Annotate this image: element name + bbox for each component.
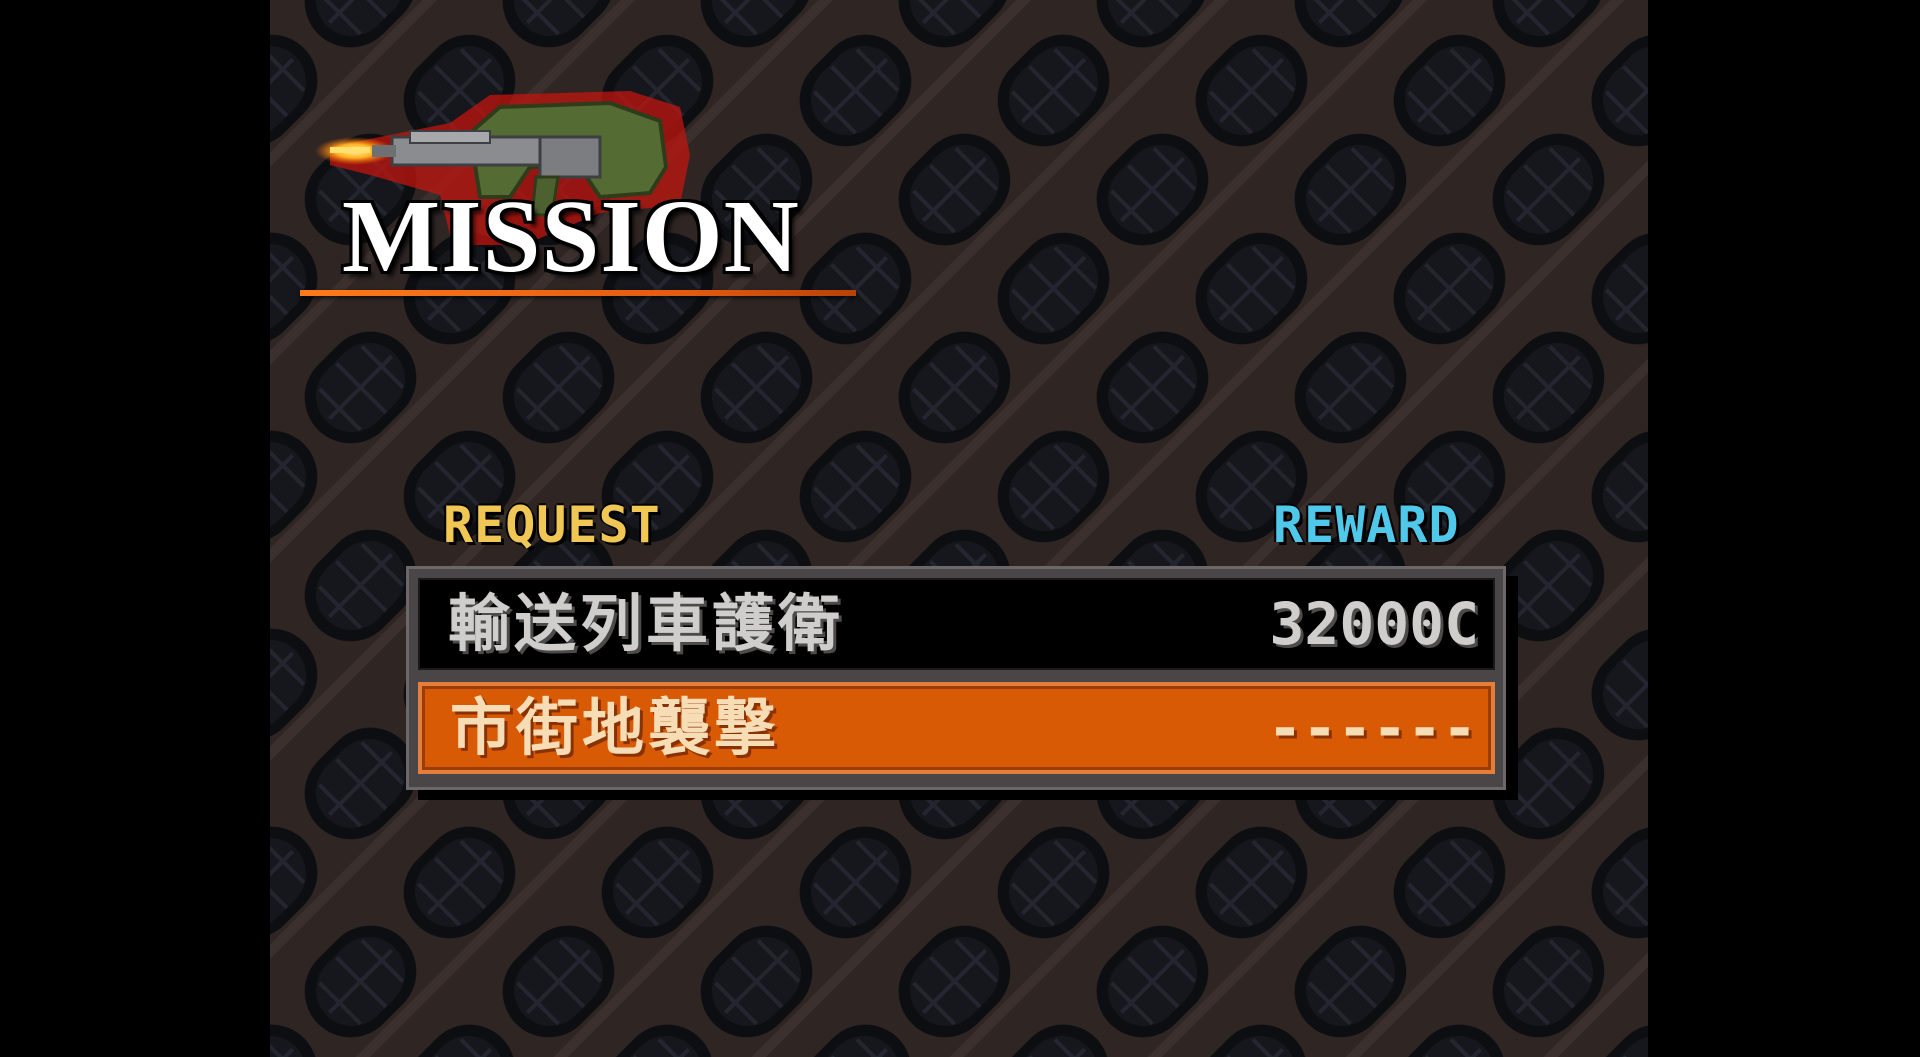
game-screen: MISSION REQUEST REWARD 輸送列車護衛 32000C 市街地… bbox=[270, 0, 1648, 1057]
letterbox: MISSION REQUEST REWARD 輸送列車護衛 32000C 市街地… bbox=[0, 0, 1920, 1057]
screen-title: MISSION bbox=[342, 179, 800, 294]
request-column-header: REQUEST bbox=[443, 496, 661, 554]
mission-header: MISSION bbox=[300, 85, 860, 305]
mission-name: 市街地襲撃 bbox=[450, 691, 781, 764]
mission-row[interactable]: 輸送列車護衛 32000C bbox=[418, 578, 1495, 670]
mission-reward: 32000C bbox=[1269, 590, 1479, 658]
mission-row-selected[interactable]: 市街地襲撃 ------ bbox=[418, 682, 1495, 774]
title-underline bbox=[300, 290, 856, 296]
reward-column-header: REWARD bbox=[1273, 496, 1460, 554]
mission-list: 輸送列車護衛 32000C 市街地襲撃 ------ bbox=[406, 566, 1506, 790]
mission-name: 輸送列車護衛 bbox=[448, 587, 845, 660]
mission-reward: ------ bbox=[1267, 694, 1477, 762]
